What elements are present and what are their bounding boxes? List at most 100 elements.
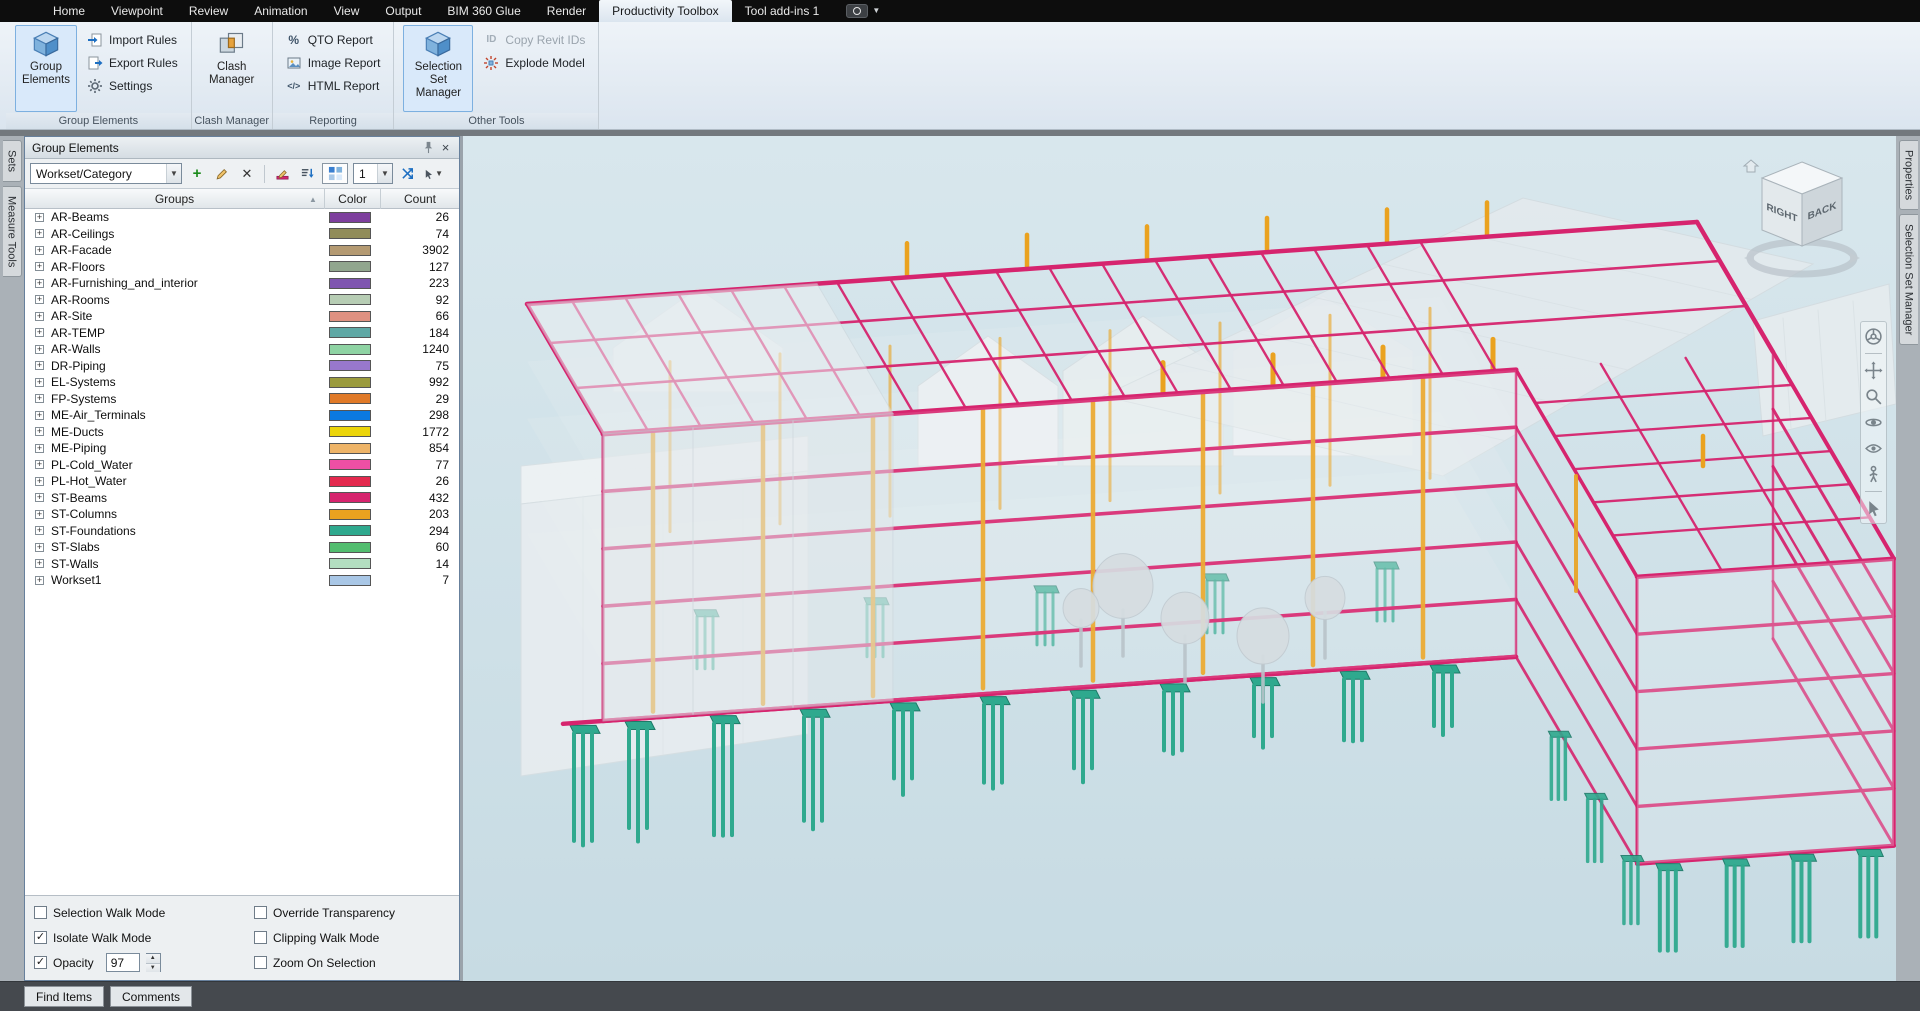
clash-manager-button[interactable]: Clash Manager xyxy=(201,25,263,112)
group-row-pl-hot-water[interactable]: +PL-Hot_Water26 xyxy=(25,473,459,490)
model-canvas[interactable] xyxy=(463,136,1896,981)
group-row-st-columns[interactable]: +ST-Columns203 xyxy=(25,506,459,523)
column-header-color[interactable]: Color xyxy=(325,189,381,209)
expand-icon[interactable]: + xyxy=(35,394,44,403)
group-color-swatch[interactable] xyxy=(329,492,371,503)
grouping-dropdown[interactable]: Workset/Category ▼ xyxy=(30,163,182,184)
select-options-dropdown[interactable]: ▼ xyxy=(423,164,443,184)
checkbox-clipping-walk-mode[interactable] xyxy=(254,931,267,944)
group-color-swatch[interactable] xyxy=(329,360,371,371)
column-header-count[interactable]: Count xyxy=(381,189,459,209)
expand-icon[interactable]: + xyxy=(35,444,44,453)
group-row-pl-cold-water[interactable]: +PL-Cold_Water77 xyxy=(25,457,459,474)
orbit-icon[interactable] xyxy=(1864,413,1883,432)
dock-tab-measure-tools[interactable]: Measure Tools xyxy=(3,186,22,277)
addin-menu-button[interactable]: ▼ xyxy=(840,0,886,22)
group-row-workset1[interactable]: +Workset17 xyxy=(25,572,459,589)
group-row-ar-facade[interactable]: +AR-Facade3902 xyxy=(25,242,459,259)
group-color-swatch[interactable] xyxy=(329,558,371,569)
ribbon-tab-productivity-toolbox[interactable]: Productivity Toolbox xyxy=(599,0,732,22)
group-color-swatch[interactable] xyxy=(329,377,371,388)
group-color-swatch[interactable] xyxy=(329,212,371,223)
viewcube[interactable]: RIGHT BACK xyxy=(1740,148,1870,298)
group-row-ar-furnishing-and-interior[interactable]: +AR-Furnishing_and_interior223 xyxy=(25,275,459,292)
find-items-button[interactable]: Find Items xyxy=(24,986,104,1007)
group-row-ar-temp[interactable]: +AR-TEMP184 xyxy=(25,325,459,342)
group-row-ar-walls[interactable]: +AR-Walls1240 xyxy=(25,341,459,358)
pan-icon[interactable] xyxy=(1864,361,1883,380)
expand-icon[interactable]: + xyxy=(35,246,44,255)
expand-icon[interactable]: + xyxy=(35,526,44,535)
group-color-swatch[interactable] xyxy=(329,278,371,289)
group-color-swatch[interactable] xyxy=(329,509,371,520)
ribbon-tab-bim-360-glue[interactable]: BIM 360 Glue xyxy=(434,0,533,22)
panel-title-bar[interactable]: Group Elements × xyxy=(25,137,459,159)
ribbon-tab-viewpoint[interactable]: Viewpoint xyxy=(98,0,176,22)
ribbon-tab-tool-add-ins-1[interactable]: Tool add-ins 1 xyxy=(732,0,833,22)
comments-button[interactable]: Comments xyxy=(110,986,192,1007)
group-color-swatch[interactable] xyxy=(329,344,371,355)
group-color-swatch[interactable] xyxy=(329,327,371,338)
group-row-ar-beams[interactable]: +AR-Beams26 xyxy=(25,209,459,226)
group-color-swatch[interactable] xyxy=(329,525,371,536)
ribbon-tab-view[interactable]: View xyxy=(321,0,373,22)
viewport-3d[interactable]: RIGHT BACK xyxy=(463,136,1896,981)
expand-icon[interactable]: + xyxy=(35,543,44,552)
walk-icon[interactable] xyxy=(1864,465,1883,484)
close-icon[interactable]: × xyxy=(437,139,454,156)
expand-icon[interactable]: + xyxy=(35,345,44,354)
pin-icon[interactable] xyxy=(420,139,437,156)
group-row-st-beams[interactable]: +ST-Beams432 xyxy=(25,490,459,507)
expand-icon[interactable]: + xyxy=(35,427,44,436)
export-rules-button[interactable]: Export Rules xyxy=(83,53,182,72)
group-color-swatch[interactable] xyxy=(329,542,371,553)
expand-icon[interactable]: + xyxy=(35,493,44,502)
group-color-swatch[interactable] xyxy=(329,228,371,239)
group-row-el-systems[interactable]: +EL-Systems992 xyxy=(25,374,459,391)
select-cursor-icon[interactable] xyxy=(1864,499,1883,518)
selection-set-manager-button[interactable]: Selection Set Manager xyxy=(403,25,473,112)
dock-tab-sets[interactable]: Sets xyxy=(3,140,22,182)
expand-icon[interactable]: + xyxy=(35,576,44,585)
group-row-dr-piping[interactable]: +DR-Piping75 xyxy=(25,358,459,375)
settings-button[interactable]: Settings xyxy=(83,76,182,95)
group-color-swatch[interactable] xyxy=(329,459,371,470)
apply-colors-button[interactable] xyxy=(297,164,317,184)
expand-icon[interactable]: + xyxy=(35,378,44,387)
expand-icon[interactable]: + xyxy=(35,279,44,288)
expand-icon[interactable]: + xyxy=(35,229,44,238)
dock-tab-properties[interactable]: Properties xyxy=(1899,140,1918,210)
look-around-icon[interactable] xyxy=(1864,439,1883,458)
group-row-st-foundations[interactable]: +ST-Foundations294 xyxy=(25,523,459,540)
expand-icon[interactable]: + xyxy=(35,460,44,469)
invert-selection-button[interactable] xyxy=(398,164,418,184)
opacity-input[interactable]: 97 xyxy=(106,953,140,972)
group-color-swatch[interactable] xyxy=(329,245,371,256)
expand-icon[interactable]: + xyxy=(35,312,44,321)
image-report-button[interactable]: Image Report xyxy=(282,53,385,72)
group-row-fp-systems[interactable]: +FP-Systems29 xyxy=(25,391,459,408)
spinner-up-icon[interactable]: ▲ xyxy=(146,954,160,964)
group-table-header[interactable]: Groups ▲ Color Count xyxy=(25,189,459,209)
group-row-ar-floors[interactable]: +AR-Floors127 xyxy=(25,259,459,276)
expand-icon[interactable]: + xyxy=(35,295,44,304)
add-group-button[interactable]: + xyxy=(187,164,207,184)
group-color-swatch[interactable] xyxy=(329,393,371,404)
checkbox-zoom-on-selection[interactable] xyxy=(254,956,267,969)
ribbon-tab-output[interactable]: Output xyxy=(372,0,434,22)
expand-icon[interactable]: + xyxy=(35,361,44,370)
opacity-spinner[interactable]: ▲▼ xyxy=(146,953,161,972)
expand-icon[interactable]: + xyxy=(35,213,44,222)
checkbox-override-transparency[interactable] xyxy=(254,906,267,919)
import-rules-button[interactable]: Import Rules xyxy=(83,30,182,49)
group-color-swatch[interactable] xyxy=(329,261,371,272)
zoom-icon[interactable] xyxy=(1864,387,1883,406)
group-color-swatch[interactable] xyxy=(329,311,371,322)
group-row-ar-rooms[interactable]: +AR-Rooms92 xyxy=(25,292,459,309)
steering-wheel-icon[interactable] xyxy=(1864,327,1883,346)
group-elements-button[interactable]: Group Elements xyxy=(15,25,77,112)
group-color-swatch[interactable] xyxy=(329,476,371,487)
set-color-button[interactable] xyxy=(272,164,292,184)
explode-model-button[interactable]: Explode Model xyxy=(479,53,589,72)
ribbon-tab-animation[interactable]: Animation xyxy=(241,0,320,22)
